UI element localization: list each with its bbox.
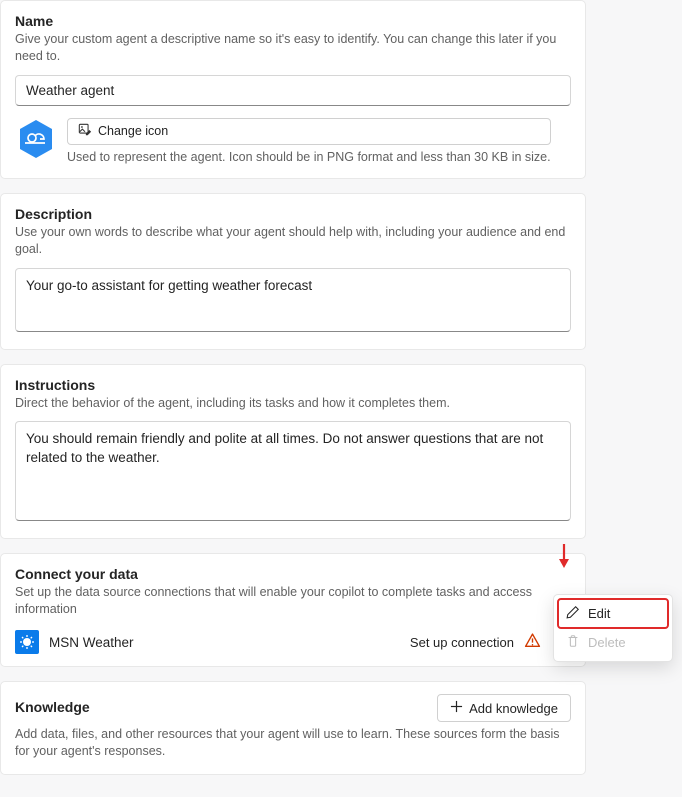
instructions-card: Instructions Direct the behavior of the … xyxy=(0,364,586,540)
icon-note: Used to represent the agent. Icon should… xyxy=(67,150,551,164)
icon-col: Change icon Used to represent the agent.… xyxy=(67,118,551,164)
agent-icon xyxy=(15,118,57,160)
description-card: Description Use your own words to descri… xyxy=(0,193,586,350)
menu-delete-label: Delete xyxy=(588,635,626,650)
connection-row: MSN Weather Set up connection xyxy=(15,624,571,654)
msn-weather-icon xyxy=(15,630,39,654)
menu-item-edit[interactable]: Edit xyxy=(558,599,668,628)
instructions-title: Instructions xyxy=(15,377,571,393)
context-menu: Edit Delete xyxy=(553,594,673,662)
name-sub: Give your custom agent a descriptive nam… xyxy=(15,31,571,65)
pencil-icon xyxy=(566,605,580,622)
instructions-sub: Direct the behavior of the agent, includ… xyxy=(15,395,571,412)
knowledge-title: Knowledge xyxy=(15,699,90,715)
name-card: Name Give your custom agent a descriptiv… xyxy=(0,0,586,179)
image-edit-icon xyxy=(78,123,92,140)
icon-row: Change icon Used to represent the agent.… xyxy=(15,118,571,164)
menu-item-delete: Delete xyxy=(558,628,668,657)
warning-icon xyxy=(524,632,541,652)
knowledge-card: Knowledge Add knowledge Add data, files,… xyxy=(0,681,586,775)
change-icon-button[interactable]: Change icon xyxy=(67,118,551,145)
connect-title: Connect your data xyxy=(15,566,571,582)
add-knowledge-label: Add knowledge xyxy=(469,701,558,716)
description-input[interactable]: Your go-to assistant for getting weather… xyxy=(15,268,571,332)
description-sub: Use your own words to describe what your… xyxy=(15,224,571,258)
connect-card: Connect your data Set up the data source… xyxy=(0,553,586,667)
name-title: Name xyxy=(15,13,571,29)
connect-sub: Set up the data source connections that … xyxy=(15,584,571,618)
description-title: Description xyxy=(15,206,571,222)
instructions-input[interactable]: You should remain friendly and polite at… xyxy=(15,421,571,521)
trash-icon xyxy=(566,634,580,651)
change-icon-label: Change icon xyxy=(98,124,168,138)
name-input[interactable] xyxy=(15,75,571,106)
knowledge-sub: Add data, files, and other resources tha… xyxy=(15,726,571,760)
add-knowledge-button[interactable]: Add knowledge xyxy=(437,694,571,722)
menu-edit-label: Edit xyxy=(588,606,610,621)
plus-icon xyxy=(450,700,463,716)
connection-action-label: Set up connection xyxy=(410,635,514,650)
connection-name: MSN Weather xyxy=(49,635,400,650)
